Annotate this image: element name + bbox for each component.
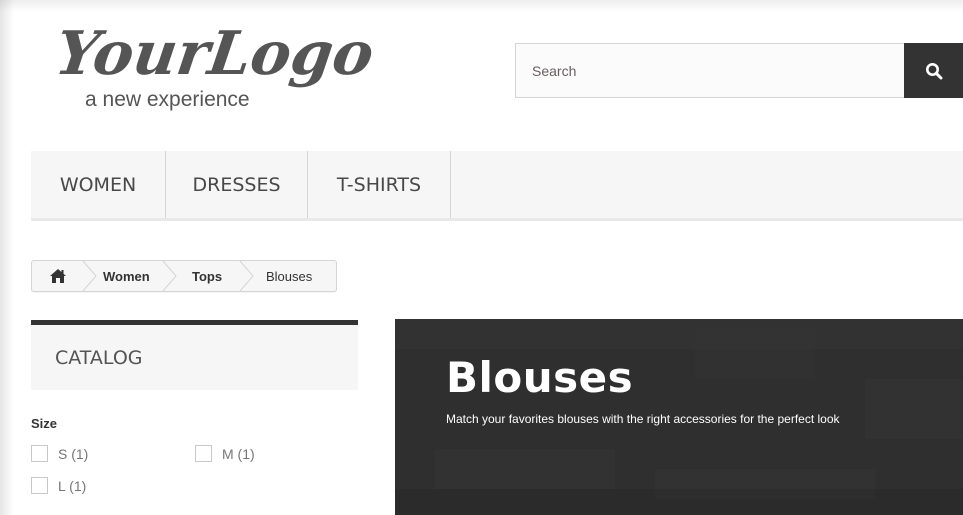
- search-icon: [925, 62, 942, 79]
- logo-graphic: YourLogo a new experience: [51, 18, 378, 111]
- size-filter-s[interactable]: S (1): [31, 445, 88, 462]
- catalog-block: CATALOG: [31, 320, 358, 390]
- size-filter-title: Size: [31, 416, 58, 431]
- search-input[interactable]: [515, 43, 904, 98]
- search-bar: [515, 43, 963, 98]
- size-filter-m[interactable]: M (1): [195, 445, 255, 462]
- home-icon[interactable]: [49, 268, 67, 284]
- category-banner: Blouses Match your favorites blouses wit…: [395, 319, 963, 515]
- menu-item-women[interactable]: WOMEN: [31, 151, 166, 218]
- size-filter-l[interactable]: L (1): [31, 477, 86, 494]
- size-m-label: M (1): [222, 445, 255, 462]
- site-logo[interactable]: YourLogo a new experience: [51, 12, 403, 112]
- size-s-checkbox[interactable]: [31, 445, 48, 462]
- size-l-label: L (1): [58, 477, 87, 494]
- breadcrumb-link-tops[interactable]: Tops: [192, 269, 222, 284]
- search-button[interactable]: [904, 43, 963, 98]
- main-menu: WOMEN DRESSES T-SHIRTS: [31, 151, 963, 221]
- breadcrumb: Women Tops Blouses: [31, 260, 337, 292]
- breadcrumb-link-women[interactable]: Women: [103, 269, 150, 284]
- breadcrumb-current: Blouses: [266, 269, 313, 284]
- size-s-label: S (1): [58, 445, 89, 462]
- logo-tagline: a new experience: [85, 88, 250, 111]
- menu-item-t-shirts[interactable]: T-SHIRTS: [308, 151, 451, 218]
- logo-main-text: YourLogo: [58, 18, 378, 89]
- size-m-checkbox[interactable]: [195, 445, 212, 462]
- size-l-checkbox[interactable]: [31, 477, 48, 494]
- category-title: Blouses: [446, 353, 634, 402]
- page: YourLogo a new experience WOMEN DRESSES …: [0, 0, 963, 515]
- menu-item-dresses[interactable]: DRESSES: [166, 151, 308, 218]
- category-description: Match your favorites blouses with the ri…: [446, 412, 840, 426]
- catalog-title: CATALOG: [55, 347, 143, 369]
